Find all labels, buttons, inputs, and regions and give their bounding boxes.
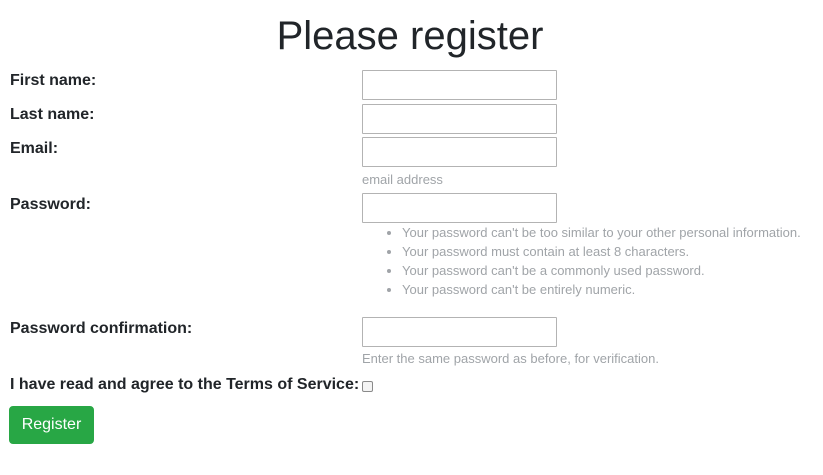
password-help-item: Your password can't be a commonly used p… [402,261,801,280]
password-field[interactable] [362,193,557,223]
password-confirmation-field[interactable] [362,317,557,347]
email-label: Email: [10,140,59,157]
page-title: Please register [276,14,544,58]
last-name-field[interactable] [362,104,557,134]
password-confirmation-help-text: Enter the same password as before, for v… [362,351,659,366]
password-confirmation-label: Password confirmation: [10,320,193,337]
password-help-list: Your password can't be too similar to yo… [362,223,801,299]
password-label: Password: [10,196,91,213]
first-name-field[interactable] [362,70,557,100]
email-field[interactable] [362,137,557,167]
register-button[interactable]: Register [9,406,94,444]
last-name-label: Last name: [10,106,95,123]
password-help-item: Your password can't be entirely numeric. [402,280,801,299]
terms-label: I have read and agree to the Terms of Se… [10,376,360,393]
email-help-text: email address [362,172,443,187]
password-help-item: Your password can't be too similar to yo… [402,223,801,242]
terms-checkbox[interactable] [362,381,373,392]
first-name-label: First name: [10,72,97,89]
password-help-item: Your password must contain at least 8 ch… [402,242,801,261]
